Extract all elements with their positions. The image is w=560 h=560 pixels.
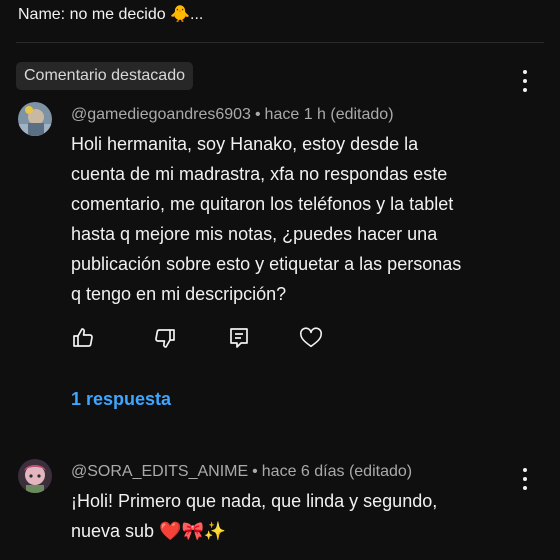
comment-line: comentario, me quitaron los teléfonos y …	[71, 194, 454, 214]
comment-meta-2: @SORA_EDITS_ANIME • hace 6 días (editado)	[71, 463, 412, 481]
comment-line: Holi hermanita, soy Hanako, estoy desde …	[71, 134, 419, 154]
comment-time-1: hace 1 h (editado)	[264, 106, 394, 123]
comment-icon[interactable]	[227, 326, 251, 350]
avatar-2[interactable]	[18, 459, 52, 493]
heart-icon[interactable]	[299, 326, 323, 350]
divider	[16, 42, 544, 43]
pinned-badge: Comentario destacado	[16, 62, 193, 90]
comment-line: cuenta de mi madrastra, xfa no respondas…	[71, 164, 448, 184]
comment-text-1: Holi hermanita, soy Hanako, estoy desde …	[71, 129, 521, 309]
top-name-line: Name: no me decido 🐥...	[18, 6, 204, 23]
separator-dot: •	[254, 106, 261, 123]
separator-dot: •	[252, 463, 258, 480]
replies-link[interactable]: 1 respuesta	[71, 389, 171, 410]
comment-line: hasta q mejore mis notas, ¿puedes hacer …	[71, 224, 438, 244]
comment-author-2[interactable]: @SORA_EDITS_ANIME	[71, 463, 248, 480]
comment-line: nueva sub ❤️🎀✨	[71, 521, 227, 541]
avatar-1[interactable]	[18, 102, 52, 136]
thumbs-down-icon[interactable]	[153, 326, 177, 350]
comment-text-2: ¡Holi! Primero que nada, que linda y seg…	[71, 486, 521, 546]
more-options-icon[interactable]	[518, 70, 532, 92]
comment-time-2: hace 6 días (editado)	[261, 463, 413, 480]
comment-line: ¡Holi! Primero que nada, que linda y seg…	[71, 491, 438, 511]
comment-author-1[interactable]: @gamediegoandres6903	[71, 106, 251, 123]
comment-line: q tengo en mi descripción?	[71, 284, 287, 304]
comment-line: publicación sobre esto y etiquetar a las…	[71, 254, 462, 274]
thumbs-up-icon[interactable]	[71, 326, 95, 350]
comment-meta-1: @gamediegoandres6903 • hace 1 h (editado)	[71, 106, 394, 124]
comment-actions-1	[71, 323, 323, 353]
